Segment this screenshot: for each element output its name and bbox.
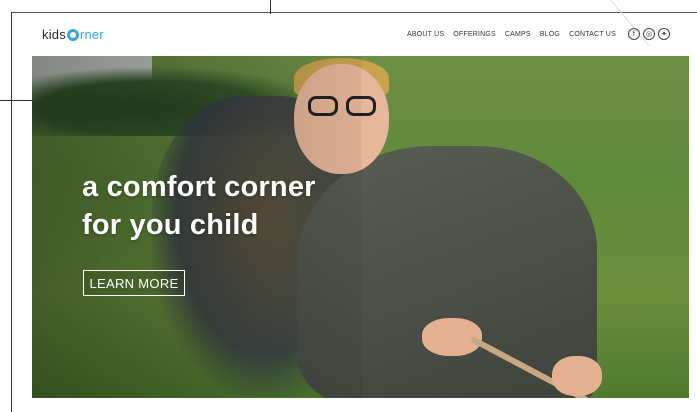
- logo-prefix: kids: [42, 27, 66, 42]
- facebook-icon[interactable]: f: [628, 28, 640, 40]
- hero-headline-line-2: for you child: [82, 209, 259, 241]
- nav-item-contact-us[interactable]: CONTACT US: [569, 31, 616, 38]
- nav-item-camps[interactable]: CAMPS: [505, 31, 531, 38]
- guide-line: [270, 0, 271, 14]
- hero-headline: a comfort corner for you child: [82, 168, 316, 244]
- nav-item-about-us[interactable]: ABOUT US: [407, 31, 444, 38]
- site-header: kids rner ABOUT US OFFERINGS CAMPS BLOG C…: [32, 22, 692, 52]
- logo[interactable]: kids rner: [42, 27, 104, 42]
- dribbble-icon[interactable]: ◎: [643, 28, 655, 40]
- logo-suffix: rner: [79, 27, 104, 42]
- twitter-icon[interactable]: ✦: [658, 28, 670, 40]
- nav-item-offerings[interactable]: OFFERINGS: [453, 31, 496, 38]
- hero-headline-line-1: a comfort corner: [82, 171, 316, 203]
- nav-item-blog[interactable]: BLOG: [540, 31, 560, 38]
- hero-hand: [552, 356, 602, 396]
- social-links: f ◎ ✦: [628, 28, 670, 40]
- page-border-top: [11, 12, 697, 13]
- hero-banner: a comfort corner for you child LEARN MOR…: [32, 56, 689, 398]
- page-border-left: [11, 12, 12, 412]
- guide-line: [0, 100, 34, 101]
- main-nav: ABOUT US OFFERINGS CAMPS BLOG CONTACT US: [407, 31, 616, 38]
- learn-more-button[interactable]: LEARN MORE: [83, 270, 185, 296]
- ball-icon: [66, 29, 79, 41]
